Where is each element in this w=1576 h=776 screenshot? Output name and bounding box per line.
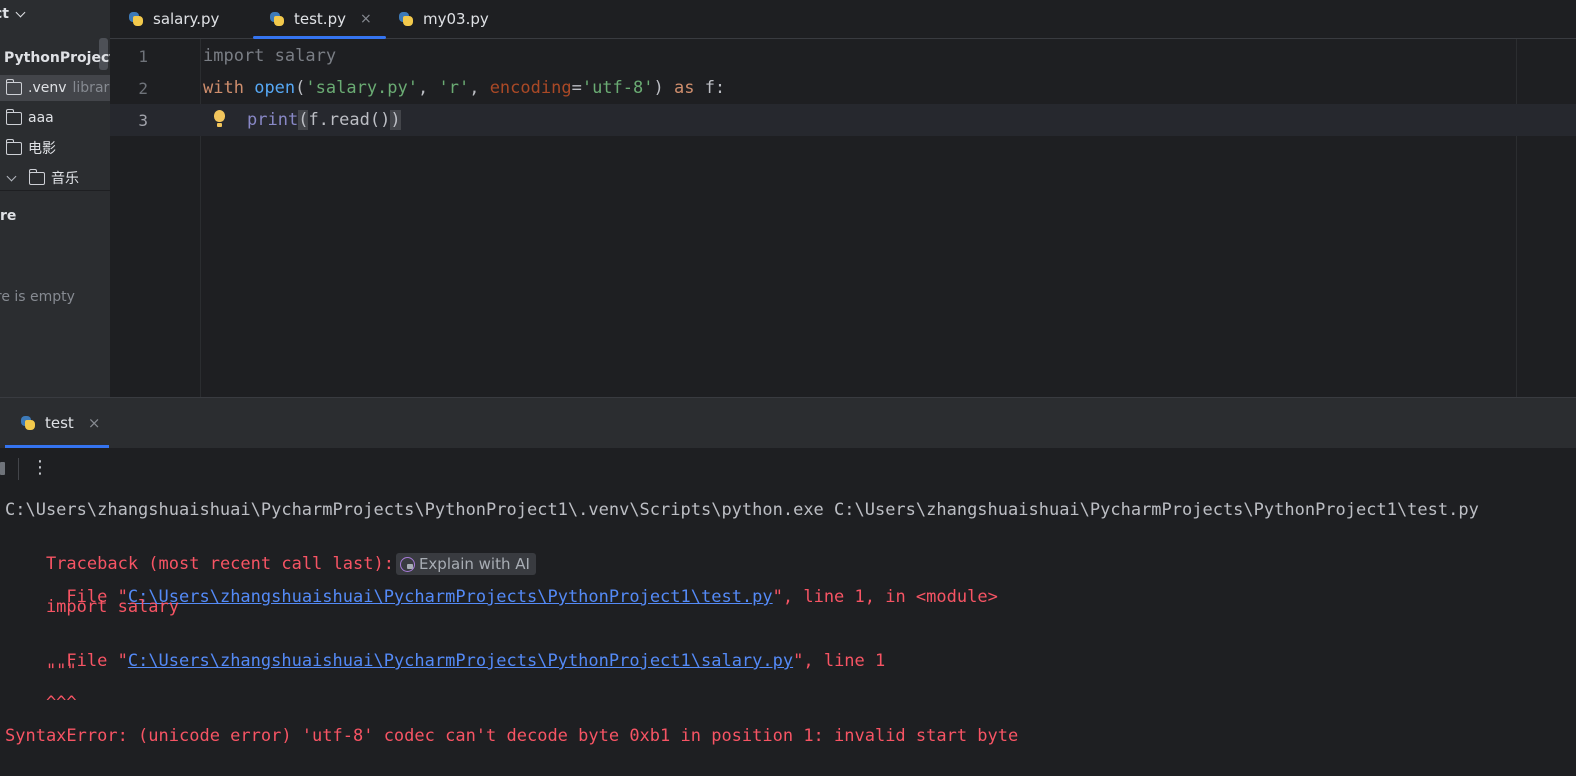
stop-icon[interactable]	[0, 462, 5, 475]
code-text: import salary	[203, 46, 337, 66]
close-icon[interactable]: ×	[360, 11, 372, 27]
console-error-line: SyntaxError: (unicode error) 'utf-8' cod…	[5, 726, 1019, 746]
run-tool-window: test × ⋮ C:\Users\zhangshuaishuai\Pychar…	[0, 397, 1576, 776]
tree-item-label: 电影	[28, 141, 56, 157]
project-header[interactable]: ct	[0, 0, 26, 28]
run-tab-test[interactable]: test ×	[5, 398, 109, 448]
folder-icon	[29, 168, 45, 185]
project-panel: ct PythonProject .venv librar aaa 电影 音乐 …	[0, 0, 110, 397]
line-number: 1	[138, 46, 148, 66]
structure-title: ure	[0, 208, 17, 224]
tab-label: my03.py	[423, 10, 489, 28]
editor-tabbar: salary.py test.py × my03.py	[110, 0, 1576, 39]
tab-label: test.py	[294, 10, 346, 28]
tab-label: salary.py	[153, 10, 220, 28]
tree-item-label: .venv	[28, 80, 67, 96]
python-file-icon	[128, 11, 144, 27]
tree-item-label: 音乐	[51, 171, 79, 187]
tree-item-venv[interactable]: .venv librar	[0, 75, 110, 101]
code-text: with open('salary.py', 'r', encoding='ut…	[203, 78, 726, 98]
code-line-2[interactable]: 2 with open('salary.py', 'r', encoding='…	[110, 72, 1576, 104]
project-panel-title: ct	[0, 6, 9, 22]
console-command-line: C:\Users\zhangshuaishuai\PycharmProjects…	[5, 500, 1479, 520]
python-file-icon	[398, 11, 414, 27]
code-editor[interactable]: 1 import salary 2 with open('salary.py',…	[110, 39, 1576, 397]
python-file-icon	[269, 11, 285, 27]
structure-empty-text: ure is empty	[0, 289, 75, 305]
tree-item-label: PythonProject	[4, 50, 110, 66]
chevron-down-icon[interactable]	[15, 7, 26, 17]
run-toolbar: ⋮	[0, 448, 1576, 490]
console-file-line-2: File "C:\Users\zhangshuaishuai\PycharmPr…	[45, 651, 886, 671]
tree-item-aaa[interactable]: aaa	[6, 105, 54, 131]
line-number: 2	[138, 78, 148, 98]
toolbar-separator	[18, 458, 19, 480]
code-line-1[interactable]: 1 import salary	[110, 40, 1576, 72]
code-line-3[interactable]: 3 print(f.read())	[110, 104, 1576, 136]
tree-item-root[interactable]: PythonProject	[4, 45, 110, 71]
tree-item-movies[interactable]: 电影	[6, 135, 56, 161]
line-number: 3	[138, 110, 148, 130]
console-code-line-2: """	[5, 661, 77, 681]
tree-item-hint: librar	[72, 80, 110, 96]
file-link-test-py[interactable]: C:\Users\zhangshuaishuai\PycharmProjects…	[128, 587, 773, 607]
more-options-icon[interactable]: ⋮	[31, 456, 49, 480]
python-run-icon	[20, 415, 36, 431]
folder-icon	[6, 108, 22, 125]
file-link-salary-py[interactable]: C:\Users\zhangshuaishuai\PycharmProjects…	[128, 651, 793, 671]
folder-icon	[6, 78, 22, 95]
chevron-down-icon[interactable]	[6, 171, 17, 181]
tab-my03-py[interactable]: my03.py	[398, 0, 489, 38]
lightbulb-icon[interactable]	[213, 109, 227, 131]
tree-item-label: aaa	[28, 110, 54, 126]
code-text: print(f.read())	[247, 110, 401, 130]
tree-item-music[interactable]: 音乐	[6, 165, 79, 191]
run-tab-label: test	[45, 414, 74, 432]
console-code-line-1: import salary	[5, 597, 179, 617]
run-tabbar: test ×	[0, 398, 1576, 448]
close-icon[interactable]: ×	[88, 414, 101, 432]
folder-icon	[6, 138, 22, 155]
console-caret-line: ^^^	[5, 693, 77, 713]
panel-divider	[0, 190, 110, 191]
tab-salary-py[interactable]: salary.py	[128, 0, 219, 38]
tab-test-py[interactable]: test.py ×	[253, 0, 386, 39]
